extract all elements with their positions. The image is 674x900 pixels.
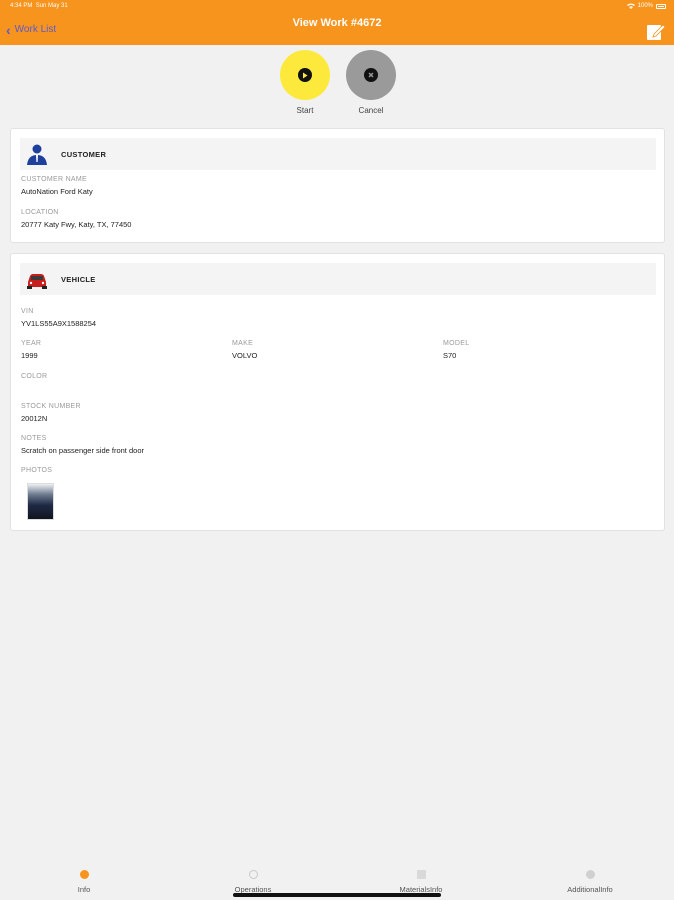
page-title: View Work #4672 xyxy=(292,17,382,29)
wifi-icon xyxy=(626,3,635,9)
notes-label: NOTES xyxy=(21,435,47,442)
make-field: MAKE VOLVO xyxy=(232,340,257,360)
color-label: COLOR xyxy=(21,373,48,380)
start-label: Start xyxy=(296,106,314,115)
battery-percent: 100% xyxy=(637,3,653,9)
photos-label: PHOTOS xyxy=(21,467,53,474)
status-time-text: 4:34 PM xyxy=(10,3,33,9)
customer-section-header: CUSTOMER xyxy=(20,138,656,170)
customer-name-label: CUSTOMER NAME xyxy=(21,176,87,183)
vin-field: VIN YV1LS55A9X1588254 xyxy=(21,308,96,328)
customer-name-field: CUSTOMER NAME AutoNation Ford Katy xyxy=(21,176,93,196)
vehicle-section-header: VEHICLE xyxy=(20,263,656,295)
notes-value: Scratch on passenger side front door xyxy=(21,446,144,455)
model-value: S70 xyxy=(443,351,457,360)
home-indicator[interactable] xyxy=(233,893,441,897)
status-time: 4:34 PM Sun May 31 xyxy=(10,3,68,9)
color-field: COLOR xyxy=(21,373,47,384)
customer-name-value: AutoNation Ford Katy xyxy=(21,187,93,196)
tab-materials-info[interactable]: MaterialsInfo xyxy=(361,870,481,894)
vehicle-section-title: VEHICLE xyxy=(61,274,96,284)
customer-section-title: CUSTOMER xyxy=(61,149,107,159)
nav-header: 4:34 PM Sun May 31 100% ‹ Work List View… xyxy=(0,0,674,45)
vehicle-card: VEHICLE VIN YV1LS55A9X1588254 YEAR 1999 … xyxy=(10,253,665,531)
close-icon xyxy=(364,68,378,82)
tab-additional-info[interactable]: AdditionalInfo xyxy=(530,870,650,894)
battery-icon xyxy=(656,3,666,9)
tab-additional-info-label: AdditionalInfo xyxy=(567,885,613,894)
edit-icon[interactable] xyxy=(646,22,666,42)
action-buttons: Start Cancel xyxy=(279,50,397,120)
car-icon xyxy=(27,274,47,289)
make-label: MAKE xyxy=(232,340,254,347)
cancel-label: Cancel xyxy=(358,106,384,115)
notes-field: NOTES Scratch on passenger side front do… xyxy=(21,435,144,455)
operations-icon xyxy=(248,870,258,879)
customer-icon xyxy=(27,144,47,165)
year-field: YEAR 1999 xyxy=(21,340,41,360)
info-icon xyxy=(79,870,89,879)
year-label: YEAR xyxy=(21,340,42,347)
cancel-button[interactable]: Cancel xyxy=(345,50,397,115)
model-label: MODEL xyxy=(443,340,470,347)
location-value: 20777 Katy Fwy, Katy, TX, 77450 xyxy=(21,220,132,229)
status-date-text: Sun May 31 xyxy=(35,3,68,9)
materials-icon xyxy=(416,870,426,879)
additional-info-icon xyxy=(585,870,595,879)
location-label: LOCATION xyxy=(21,209,59,216)
cancel-circle[interactable] xyxy=(346,50,396,100)
stock-number-value: 20012N xyxy=(21,414,48,423)
stock-number-field: STOCK NUMBER 20012N xyxy=(21,403,81,423)
vin-value: YV1LS55A9X1588254 xyxy=(21,319,97,328)
start-circle[interactable] xyxy=(280,50,330,100)
location-field: LOCATION 20777 Katy Fwy, Katy, TX, 77450 xyxy=(21,209,131,229)
status-indicators: 100% xyxy=(626,3,666,9)
play-icon xyxy=(298,68,312,82)
year-value: 1999 xyxy=(21,351,38,360)
photos-field: PHOTOS xyxy=(21,467,52,474)
tab-info-label: Info xyxy=(77,885,91,894)
model-field: MODEL S70 xyxy=(443,340,469,360)
tab-info[interactable]: Info xyxy=(24,870,144,894)
make-value: VOLVO xyxy=(232,351,258,360)
stock-number-label: STOCK NUMBER xyxy=(21,403,81,410)
vehicle-photo-thumbnail[interactable] xyxy=(27,483,54,520)
customer-card: CUSTOMER CUSTOMER NAME AutoNation Ford K… xyxy=(10,128,665,243)
tab-operations[interactable]: Operations xyxy=(193,870,313,894)
vin-label: VIN xyxy=(21,308,34,315)
start-button[interactable]: Start xyxy=(279,50,331,115)
